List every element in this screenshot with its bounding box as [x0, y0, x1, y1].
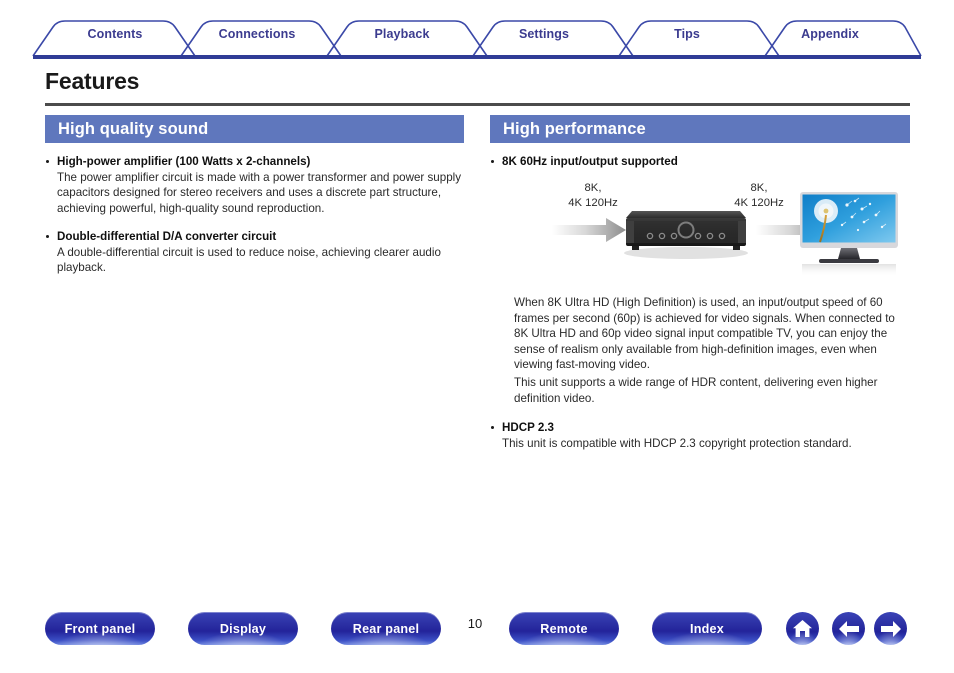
tab-contents[interactable]: Contents: [65, 27, 165, 41]
av-receiver-icon: [624, 211, 748, 259]
feature-title: 8K 60Hz input/output supported: [502, 155, 678, 168]
list-item: HDCP 2.3 This unit is compatible with HD…: [490, 420, 910, 451]
tab-playback[interactable]: Playback: [352, 27, 452, 41]
right-feature-list: 8K 60Hz input/output supported 8K, 4K 120…: [490, 154, 910, 451]
right-column: High performance 8K 60Hz input/output su…: [490, 115, 910, 451]
feature-title: HDCP 2.3: [502, 421, 554, 435]
home-icon: [793, 620, 812, 637]
front-panel-button[interactable]: Front panel: [45, 612, 155, 645]
feature-paragraph: When 8K Ultra HD (High Definition) is us…: [514, 296, 895, 372]
left-feature-list: High-power amplifier (100 Watts x 2-chan…: [45, 154, 464, 276]
list-item: High-power amplifier (100 Watts x 2-chan…: [45, 154, 464, 216]
footer-nav: Front panel Display Rear panel 10 Remote…: [0, 612, 954, 664]
forward-button[interactable]: [874, 612, 907, 645]
feature-body: This unit is compatible with HDCP 2.3 co…: [502, 436, 852, 450]
index-button[interactable]: Index: [652, 612, 762, 645]
television-icon: [800, 192, 898, 277]
signal-flow-diagram: 8K, 4K 120Hz 8K, 4K 120Hz: [514, 175, 914, 295]
page-number: 10: [467, 616, 483, 631]
arrow-right-icon: [880, 620, 901, 637]
title-divider: [45, 103, 910, 106]
tab-appendix[interactable]: Appendix: [780, 27, 880, 41]
display-button[interactable]: Display: [188, 612, 298, 645]
feature-title: Double-differential D/A converter circui…: [57, 230, 277, 244]
page-title: Features: [45, 68, 140, 94]
rear-panel-button[interactable]: Rear panel: [331, 612, 441, 645]
back-button[interactable]: [832, 612, 865, 645]
tab-settings[interactable]: Settings: [494, 27, 594, 41]
home-button[interactable]: [786, 612, 819, 645]
list-item: Double-differential D/A converter circui…: [45, 229, 464, 276]
section-header-high-performance: High performance: [490, 115, 910, 143]
left-column: High quality sound High-power amplifier …: [45, 115, 464, 276]
tab-underline: [33, 55, 921, 59]
tab-tips[interactable]: Tips: [637, 27, 737, 41]
arrow-left-icon: [838, 620, 859, 637]
tab-connections[interactable]: Connections: [207, 27, 307, 41]
tab-bar: Contents Connections Playback Settings T…: [0, 0, 954, 59]
remote-button[interactable]: Remote: [509, 612, 619, 645]
feature-paragraph: This unit supports a wide range of HDR c…: [514, 375, 878, 405]
list-item: 8K 60Hz input/output supported 8K, 4K 120…: [490, 154, 910, 406]
feature-body: A double-differential circuit is used to…: [57, 245, 441, 275]
arrow-right-gradient-icon: [552, 218, 626, 242]
section-header-high-quality-sound: High quality sound: [45, 115, 464, 143]
feature-body: The power amplifier circuit is made with…: [57, 170, 462, 215]
feature-title: High-power amplifier (100 Watts x 2-chan…: [57, 155, 311, 168]
